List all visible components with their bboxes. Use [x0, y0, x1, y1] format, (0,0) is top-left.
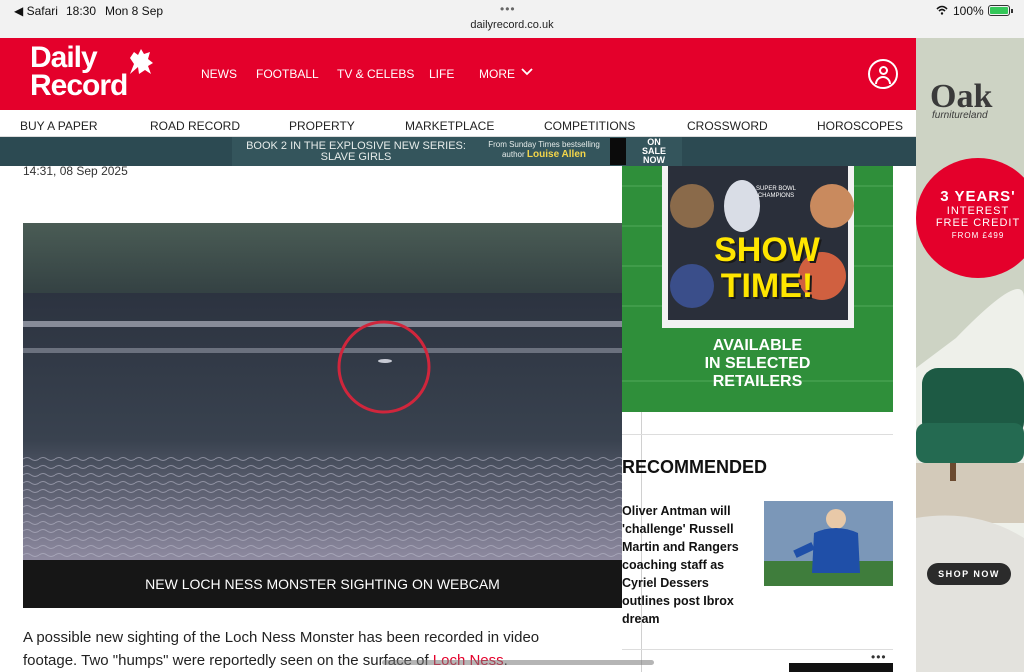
status-bar: ◀ Safari 18:30 Mon 8 Sep ••• dailyrecord… — [0, 0, 1024, 38]
recommended-bottom-rule — [622, 649, 893, 650]
book-cover-image — [610, 138, 626, 165]
book-promo-banner[interactable]: BOOK 2 IN THE EXPLOSIVE NEW SERIES: SLAV… — [232, 137, 682, 166]
recommended-rule — [622, 434, 893, 435]
lion-rampant-icon — [130, 49, 153, 74]
article-timestamp: 14:31, 08 Sep 2025 — [23, 164, 128, 178]
oak-logo-subtitle: furnitureland — [932, 110, 988, 121]
battery-percent: 100% — [953, 4, 984, 18]
nav-news[interactable]: NEWS — [201, 67, 237, 81]
subnav-competitions[interactable]: COMPETITIONS — [544, 119, 635, 133]
side-advert[interactable]: Oak furnitureland 3 YEARS' INTEREST FREE… — [916, 38, 1024, 672]
chevron-down-icon[interactable] — [521, 68, 533, 76]
promo-banner-bar: BOOK 2 IN THE EXPLOSIVE NEW SERIES: SLAV… — [0, 137, 916, 166]
banner-headline: BOOK 2 IN THE EXPLOSIVE NEW SERIES: SLAV… — [246, 140, 466, 163]
nav-more[interactable]: MORE — [479, 67, 515, 81]
logo-line-2: Record — [30, 69, 128, 102]
loch-ness-video-frame — [23, 223, 622, 560]
recommended-article-link[interactable]: Oliver Antman will 'challenge' Russell M… — [622, 502, 762, 628]
nav-football[interactable]: FOOTBALL — [256, 67, 319, 81]
magazine-ad-text: AVAILABLE IN SELECTED RETAILERS — [704, 337, 811, 390]
secondary-nav: BUY A PAPER ROAD RECORD PROPERTY MARKETP… — [0, 110, 916, 137]
more-options-icon[interactable]: ••• — [871, 650, 887, 664]
subnav-property[interactable]: PROPERTY — [289, 119, 355, 133]
site-header: Daily Record NEWS FOOTBALL TV & CELEBS L… — [0, 38, 916, 110]
logo-line-1: Daily — [30, 41, 98, 74]
subnav-buy-a-paper[interactable]: BUY A PAPER — [20, 119, 98, 133]
tab-options-dots[interactable]: ••• — [500, 2, 516, 16]
nav-tv-celebs[interactable]: TV & CELEBS — [337, 67, 414, 81]
daily-record-logo[interactable]: Daily Record — [30, 41, 128, 102]
super-bowl-badge: SUPER BOWL CHAMPIONS — [756, 186, 797, 199]
shop-now-button[interactable]: SHOP NOW — [927, 563, 1011, 585]
clock: 18:30 — [66, 4, 97, 18]
subnav-horoscopes[interactable]: HOROSCOPES — [817, 119, 903, 133]
video-caption: NEW LOCH NESS MONSTER SIGHTING ON WEBCAM — [23, 560, 622, 608]
subnav-marketplace[interactable]: MARKETPLACE — [405, 119, 494, 133]
magazine-headline: SHOW TIME! — [714, 231, 820, 305]
nav-life[interactable]: LIFE — [429, 67, 454, 81]
wifi-icon — [936, 5, 948, 15]
home-indicator[interactable] — [382, 660, 654, 665]
subnav-road-record[interactable]: ROAD RECORD — [150, 119, 240, 133]
banner-tagline: From Sunday Times bestselling author Lou… — [488, 140, 600, 160]
subnav-crossword[interactable]: CROSSWORD — [687, 119, 768, 133]
url-bar[interactable]: dailyrecord.co.uk — [0, 19, 1024, 31]
recommended-thumbnail[interactable] — [764, 501, 893, 586]
article-body: A possible new sighting of the Loch Ness… — [23, 629, 540, 669]
footballer-photo — [764, 501, 893, 586]
date: Mon 8 Sep — [105, 4, 164, 18]
magazine-advert[interactable]: SHOW TIME! SUPER BOWL CHAMPIONS AVAILABL… — [622, 166, 893, 412]
battery-icon — [988, 5, 1013, 16]
banner-author: Louise Allen — [526, 149, 586, 160]
recommended-heading: RECOMMENDED — [622, 457, 768, 477]
account-icon[interactable] — [868, 59, 898, 89]
on-sale-now-label: ON SALE NOW — [641, 137, 666, 165]
back-to-app-link[interactable]: ◀ Safari — [14, 4, 58, 18]
ad-slot[interactable] — [789, 663, 893, 672]
video-player[interactable] — [23, 223, 622, 560]
